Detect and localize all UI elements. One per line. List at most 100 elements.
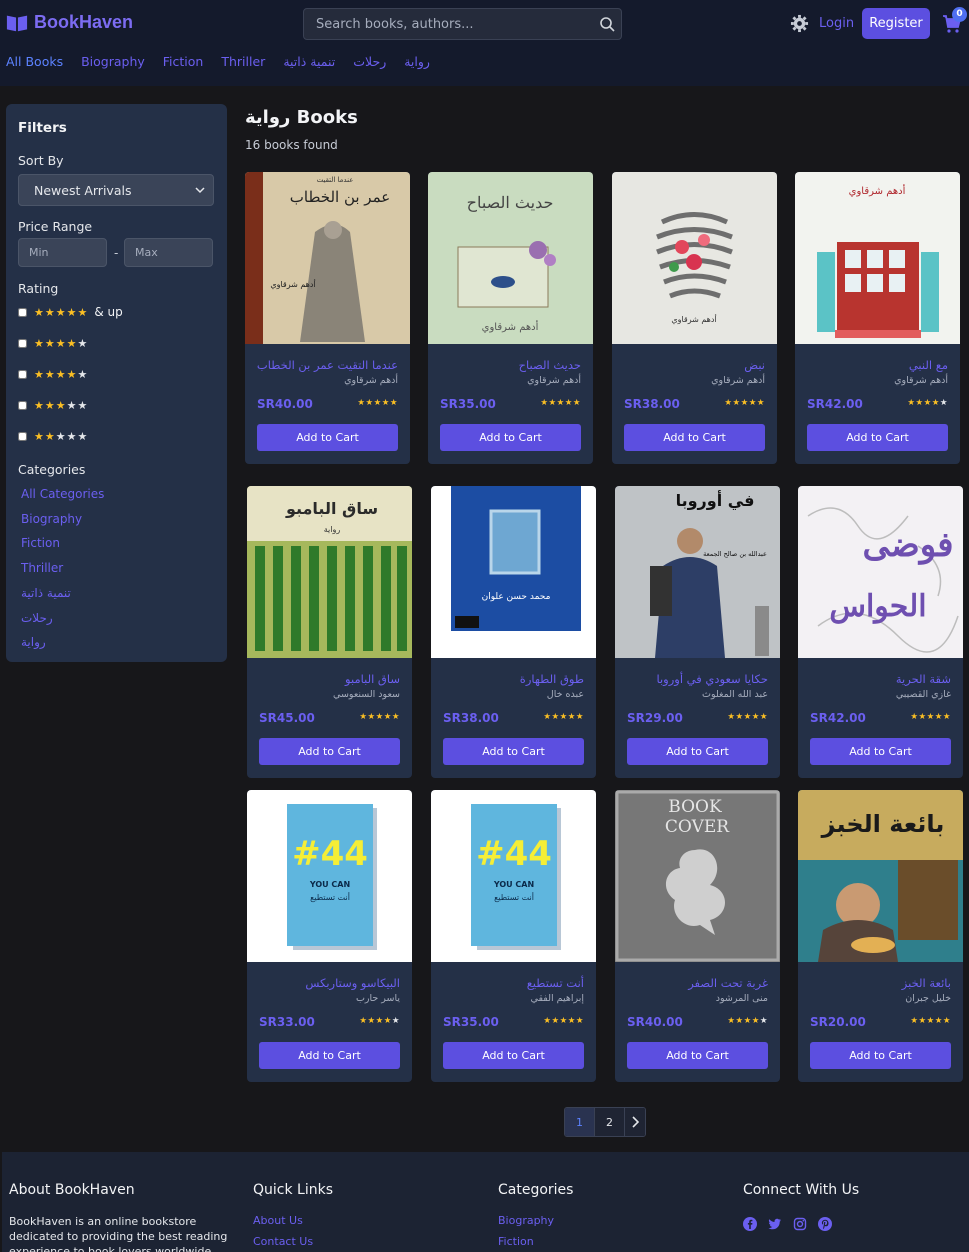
book-title[interactable]: عندما التقيت عمر بن الخطاب — [257, 358, 398, 372]
footer-link-biography[interactable]: Biography — [498, 1214, 554, 1227]
book-title[interactable]: البيكاسو وستاربكس — [305, 976, 400, 990]
rating-checkbox[interactable] — [18, 431, 27, 441]
book-cover[interactable]: بائعة الخبز — [798, 790, 963, 962]
book-card[interactable]: حديث الصباح أدهم شرقاوي حديث الصباح أدهم ش… — [428, 172, 593, 464]
add-to-cart-button[interactable]: Add to Cart — [443, 1042, 584, 1069]
login-link[interactable]: Login — [819, 16, 854, 31]
star-icon: ★ — [567, 1016, 576, 1026]
star-icon: ★ — [556, 398, 565, 408]
category-link-6[interactable]: رواية — [21, 635, 46, 649]
star-icon: ★ — [926, 712, 935, 722]
register-button[interactable]: Register — [862, 8, 930, 39]
category-link-4[interactable]: تنمية ذاتية — [21, 586, 71, 600]
book-card[interactable]: ساق البامبو رواية ساق البامبو سعود السنعو… — [247, 486, 412, 778]
add-to-cart-button[interactable]: Add to Cart — [257, 424, 398, 451]
add-to-cart-button[interactable]: Add to Cart — [259, 738, 400, 765]
price-max-input[interactable] — [124, 238, 213, 267]
book-title[interactable]: حكايا سعودي في أوروبا — [656, 672, 768, 686]
rating-filter-4[interactable]: ★★★★★ — [18, 336, 88, 350]
rating-checkbox[interactable] — [18, 400, 27, 410]
price-min-input[interactable] — [18, 238, 107, 267]
footer-link-contact[interactable]: Contact Us — [253, 1235, 313, 1248]
star-icon: ★ — [724, 398, 733, 408]
rating-filter-2[interactable]: ★★★★★ — [18, 429, 88, 443]
footer-link-fiction[interactable]: Fiction — [498, 1235, 534, 1248]
star-icon: ★ — [55, 399, 67, 412]
add-to-cart-button[interactable]: Add to Cart — [443, 738, 584, 765]
book-card[interactable]: أدهم شرقاوي مع النبي أدهم شرقاوي SR42.00 ★★… — [795, 172, 960, 464]
rating-checkbox[interactable] — [18, 307, 27, 317]
book-title[interactable]: غربة تحت الصفر — [688, 976, 768, 990]
book-cover[interactable]: أدهم شرقاوي — [612, 172, 777, 344]
twitter-icon[interactable] — [768, 1217, 782, 1231]
book-rating: ★★★★★ — [543, 1016, 584, 1026]
book-cover[interactable]: فوضى الحواس — [798, 486, 963, 658]
category-link-0[interactable]: All Categories — [21, 487, 104, 501]
page-button-2[interactable]: 2 — [595, 1108, 625, 1136]
svg-text:محمد حسن علوان: محمد حسن علوان — [482, 592, 551, 602]
book-rating: ★★★★★ — [359, 712, 400, 722]
book-cover[interactable]: محمد حسن علوان — [431, 486, 596, 658]
category-link-1[interactable]: Biography — [21, 512, 82, 526]
gear-icon[interactable] — [790, 14, 809, 33]
book-card[interactable]: في أوروبا عبدالله بن صالح الجمعة حكايا س… — [615, 486, 780, 778]
book-cover[interactable]: #44 YOU CAN أنت تستطيع — [247, 790, 412, 962]
sort-select[interactable]: Newest Arrivals — [18, 174, 214, 206]
book-card[interactable]: #44 YOU CAN أنت تستطيع أنت تستطيع إبراهيم … — [431, 790, 596, 1082]
book-title[interactable]: شقة الحرية — [896, 672, 951, 686]
book-card[interactable]: #44 YOU CAN أنت تستطيع البيكاسو وستاربكس ي… — [247, 790, 412, 1082]
book-card[interactable]: BOOK COVER غربة تحت الصفر منى المرشود SR40… — [615, 790, 780, 1082]
rating-filter-3[interactable]: ★★★★★ — [18, 398, 88, 412]
book-cover[interactable]: BOOK COVER — [615, 790, 780, 962]
search-input[interactable] — [304, 9, 594, 39]
page-button-1[interactable]: 1 — [565, 1108, 595, 1136]
rating-checkbox[interactable] — [18, 369, 27, 379]
facebook-icon[interactable] — [743, 1217, 757, 1231]
footer-link-about[interactable]: About Us — [253, 1214, 303, 1227]
add-to-cart-button[interactable]: Add to Cart — [810, 738, 951, 765]
add-to-cart-button[interactable]: Add to Cart — [807, 424, 948, 451]
book-card[interactable]: محمد حسن علوان طوق الطهارة عبده خال SR38.0… — [431, 486, 596, 778]
category-link-5[interactable]: رحلات — [21, 611, 53, 625]
add-to-cart-button[interactable]: Add to Cart — [627, 1042, 768, 1069]
add-to-cart-button[interactable]: Add to Cart — [627, 738, 768, 765]
book-card[interactable]: أدهم شرقاوي نبض أدهم شرقاوي SR38.00 ★★★★★ Add… — [612, 172, 777, 464]
book-card[interactable]: بائعة الخبز بائعة الخبز خليل جبران SR20.00… — [798, 790, 963, 1082]
book-cover[interactable]: في أوروبا عبدالله بن صالح الجمعة — [615, 486, 780, 658]
search-icon[interactable] — [599, 16, 615, 32]
book-title[interactable]: حديث الصباح — [519, 358, 581, 372]
rating-filter-5[interactable]: ★★★★★ & up — [18, 305, 123, 319]
pinterest-icon[interactable] — [818, 1217, 832, 1231]
book-cover[interactable]: أدهم شرقاوي — [795, 172, 960, 344]
nav-item-5[interactable]: رحلات — [353, 54, 386, 69]
rating-filter-4[interactable]: ★★★★★ — [18, 367, 88, 381]
add-to-cart-button[interactable]: Add to Cart — [624, 424, 765, 451]
book-title[interactable]: بائعة الخبز — [902, 976, 951, 990]
category-link-3[interactable]: Thriller — [21, 561, 63, 575]
rating-checkbox[interactable] — [18, 338, 27, 348]
add-to-cart-button[interactable]: Add to Cart — [440, 424, 581, 451]
nav-item-6[interactable]: رواية — [404, 54, 430, 69]
add-to-cart-button[interactable]: Add to Cart — [810, 1042, 951, 1069]
logo[interactable]: BookHaven — [6, 12, 133, 33]
book-title[interactable]: نبض — [744, 358, 765, 372]
nav-item-3[interactable]: Thriller — [221, 54, 265, 69]
nav-item-4[interactable]: تنمية ذاتية — [283, 54, 335, 69]
book-cover[interactable]: #44 YOU CAN أنت تستطيع — [431, 790, 596, 962]
book-title[interactable]: ساق البامبو — [345, 672, 400, 686]
nav-item-2[interactable]: Fiction — [163, 54, 204, 69]
book-cover[interactable]: ساق البامبو رواية — [247, 486, 412, 658]
instagram-icon[interactable] — [793, 1217, 807, 1231]
book-title[interactable]: مع النبي — [909, 358, 948, 372]
book-title[interactable]: أنت تستطيع — [527, 976, 584, 990]
add-to-cart-button[interactable]: Add to Cart — [259, 1042, 400, 1069]
book-card[interactable]: فوضى الحواس شقة الحرية غازي القصيبي SR42.00… — [798, 486, 963, 778]
book-cover[interactable]: حديث الصباح أدهم شرقاوي — [428, 172, 593, 344]
nav-item-1[interactable]: Biography — [81, 54, 145, 69]
nav-item-0[interactable]: All Books — [6, 54, 63, 69]
book-cover[interactable]: عندما التقيت عمر بن الخطاب أدهم شرقاوي — [245, 172, 410, 344]
book-card[interactable]: عندما التقيت عمر بن الخطاب أدهم شرقاوي عن… — [245, 172, 410, 464]
category-link-2[interactable]: Fiction — [21, 536, 60, 550]
book-title[interactable]: طوق الطهارة — [520, 672, 584, 686]
next-page-button[interactable] — [625, 1108, 645, 1136]
